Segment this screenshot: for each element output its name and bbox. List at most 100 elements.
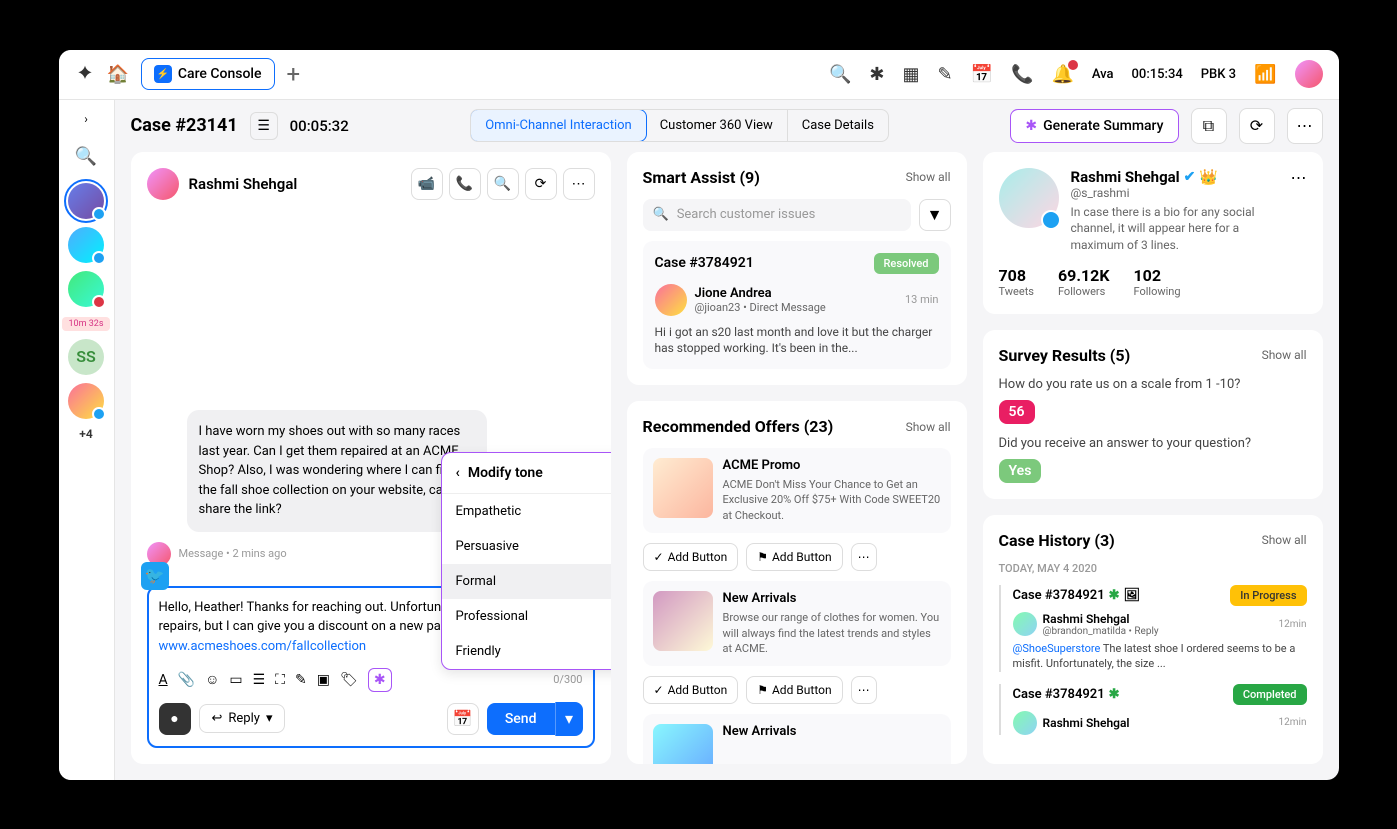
emoji-tool[interactable]: ☺ (205, 671, 219, 688)
ai-assist-button[interactable]: ✱ (368, 668, 392, 692)
twitter-badge-icon (92, 207, 106, 221)
contact-avatar-2[interactable] (68, 227, 104, 263)
status-badge: Completed (1233, 684, 1307, 705)
history-title: Case History (3) (999, 531, 1115, 550)
show-all-link[interactable]: Show all (1262, 348, 1307, 362)
expand-sidebar-button[interactable]: › (80, 108, 92, 130)
notification-icon[interactable]: 🔔 (1051, 64, 1073, 85)
tone-empathetic[interactable]: Empathetic (442, 494, 611, 529)
offer-desc: ACME Don't Miss Your Chance to Get an Ex… (723, 477, 941, 523)
back-icon[interactable]: ‹ (456, 465, 460, 481)
contact-avatar-5[interactable] (68, 383, 104, 419)
generate-summary-button[interactable]: ✱Generate Summary (1010, 109, 1178, 143)
tone-friendly[interactable]: Friendly (442, 634, 611, 669)
sparkle-icon: ✱ (1025, 118, 1037, 134)
tab-casedetails[interactable]: Case Details (788, 110, 888, 141)
case-number: Case #3784921 (655, 255, 754, 271)
compose-link[interactable]: www.acmeshoes.com/fallcollection (159, 639, 367, 654)
contact-avatar-initials[interactable]: SS (68, 339, 104, 375)
send-dropdown-button[interactable]: ▾ (555, 702, 583, 736)
sidebar: › 🔍 10m 32s SS +4 (59, 100, 115, 780)
offer-more-button[interactable]: ⋯ (851, 676, 877, 704)
case-timer: 00:05:32 (290, 117, 349, 135)
template-tool[interactable]: ☰ (253, 672, 266, 688)
media-tool[interactable]: ▭ (229, 672, 242, 688)
search-icon[interactable]: 🔍 (829, 64, 851, 85)
sparkle-icon[interactable]: ✱ (869, 64, 884, 85)
video-tool[interactable]: ▣ (317, 672, 330, 688)
smart-assist-title: Smart Assist (9) (643, 168, 760, 187)
history-user-name: Rashmi Shehgal (1043, 716, 1130, 730)
status-code: PBK 3 (1201, 67, 1236, 82)
history-user-name: Rashmi Shehgal (1043, 612, 1159, 626)
history-user-handle: @brandon_matilda • Reply (1043, 626, 1159, 637)
expand-tool[interactable]: ⛶ (275, 672, 285, 688)
video-call-button[interactable]: 📹 (411, 168, 443, 200)
tone-professional[interactable]: Professional (442, 599, 611, 634)
history-item[interactable]: Case #3784921 ✱ 🖼In Progress Rashmi Sheh… (999, 585, 1307, 672)
show-all-link[interactable]: Show all (1262, 533, 1307, 547)
workspace-tab[interactable]: ⚡ Care Console (141, 58, 275, 90)
layout-button[interactable]: ⧉ (1191, 108, 1227, 144)
home-icon[interactable]: 🏠 (107, 64, 129, 85)
case-menu-button[interactable]: ☰ (250, 112, 278, 140)
calendar-icon[interactable]: 📅 (971, 64, 993, 85)
user-avatar[interactable] (1295, 60, 1323, 88)
issue-search-input[interactable]: 🔍 Search customer issues (643, 199, 911, 231)
tab-omnichannel[interactable]: Omni-Channel Interaction (470, 109, 647, 142)
survey-question-2: Did you receive an answer to your questi… (999, 436, 1307, 451)
conversation-panel: Rashmi Shehgal 📹 📞 🔍 ⟳ ⋯ I have worn my (131, 152, 611, 764)
tab-icon: ⚡ (154, 65, 172, 83)
edit-icon[interactable]: ✎ (938, 64, 953, 85)
history-item[interactable]: Case #3784921 ✱Completed Rashmi Shehgal … (999, 684, 1307, 735)
tab-customer360[interactable]: Customer 360 View (646, 110, 788, 141)
survey-title: Survey Results (5) (999, 346, 1131, 365)
offer-more-button[interactable]: ⋯ (851, 543, 877, 571)
show-all-link[interactable]: Show all (906, 420, 951, 434)
more-contacts-count[interactable]: +4 (79, 427, 92, 441)
survey-panel: Survey Results (5)Show all How do you ra… (983, 330, 1323, 499)
phone-icon[interactable]: 📞 (1011, 64, 1033, 85)
popover-header[interactable]: ‹Modify tone (442, 453, 611, 494)
add-tab-button[interactable]: + (287, 60, 301, 88)
add-offer-button[interactable]: ✓ Add Button (643, 676, 739, 704)
profile-bio: In case there is a bio for any social ch… (1071, 204, 1279, 254)
tag-tool[interactable]: 🏷 (340, 672, 358, 688)
case-title: Case #23141 (131, 115, 238, 136)
similar-case-card[interactable]: Case #3784921Resolved Jione Andrea@jioan… (643, 241, 951, 370)
channel-selector[interactable]: ● (159, 703, 191, 735)
attachment-tool[interactable]: 📎 (178, 672, 195, 688)
message-meta: Message • 2 mins ago (179, 547, 287, 560)
schedule-button[interactable]: 📅 (447, 703, 479, 735)
font-tool[interactable]: A (159, 672, 168, 688)
chat-refresh-button[interactable]: ⟳ (525, 168, 557, 200)
following-count: 102 (1134, 266, 1181, 285)
modify-tone-popover: ‹Modify tone Empathetic Persuasive Forma… (441, 452, 611, 670)
voice-call-button[interactable]: 📞 (449, 168, 481, 200)
send-button[interactable]: Send (487, 703, 555, 735)
tone-persuasive[interactable]: Persuasive (442, 529, 611, 564)
tone-formal[interactable]: Formal (442, 564, 611, 599)
filter-button[interactable]: ▼ (919, 199, 951, 231)
topbar: 🏠 ⚡ Care Console + 🔍 ✱ ▦ ✎ 📅 📞 🔔 Ava 00:… (59, 50, 1339, 100)
chat-search-button[interactable]: 🔍 (487, 168, 519, 200)
profile-more-button[interactable]: ⋯ (1291, 168, 1307, 187)
chat-more-button[interactable]: ⋯ (563, 168, 595, 200)
contact-avatar-3[interactable] (68, 271, 104, 307)
note-tool[interactable]: ✎ (295, 672, 307, 688)
contact-avatar-1[interactable] (68, 183, 104, 219)
customer-name: Rashmi Shehgal (189, 175, 298, 193)
apps-icon[interactable]: ▦ (903, 64, 920, 85)
add-offer-flag-button[interactable]: ⚑ Add Button (746, 676, 842, 704)
offer-card: ACME PromoACME Don't Miss Your Chance to… (643, 448, 951, 533)
show-all-link[interactable]: Show all (906, 170, 951, 184)
add-offer-flag-button[interactable]: ⚑ Add Button (746, 543, 842, 571)
refresh-button[interactable]: ⟳ (1239, 108, 1275, 144)
sidebar-search-icon[interactable]: 🔍 (75, 146, 97, 167)
survey-answer-2: Yes (999, 459, 1042, 483)
more-actions-button[interactable]: ⋯ (1287, 108, 1323, 144)
case-text: Hi i got an s20 last month and love it b… (655, 324, 939, 358)
reply-type-button[interactable]: ↩ Reply ▾ (199, 704, 286, 733)
session-timer: 00:15:34 (1132, 67, 1183, 82)
add-offer-button[interactable]: ✓ Add Button (643, 543, 739, 571)
